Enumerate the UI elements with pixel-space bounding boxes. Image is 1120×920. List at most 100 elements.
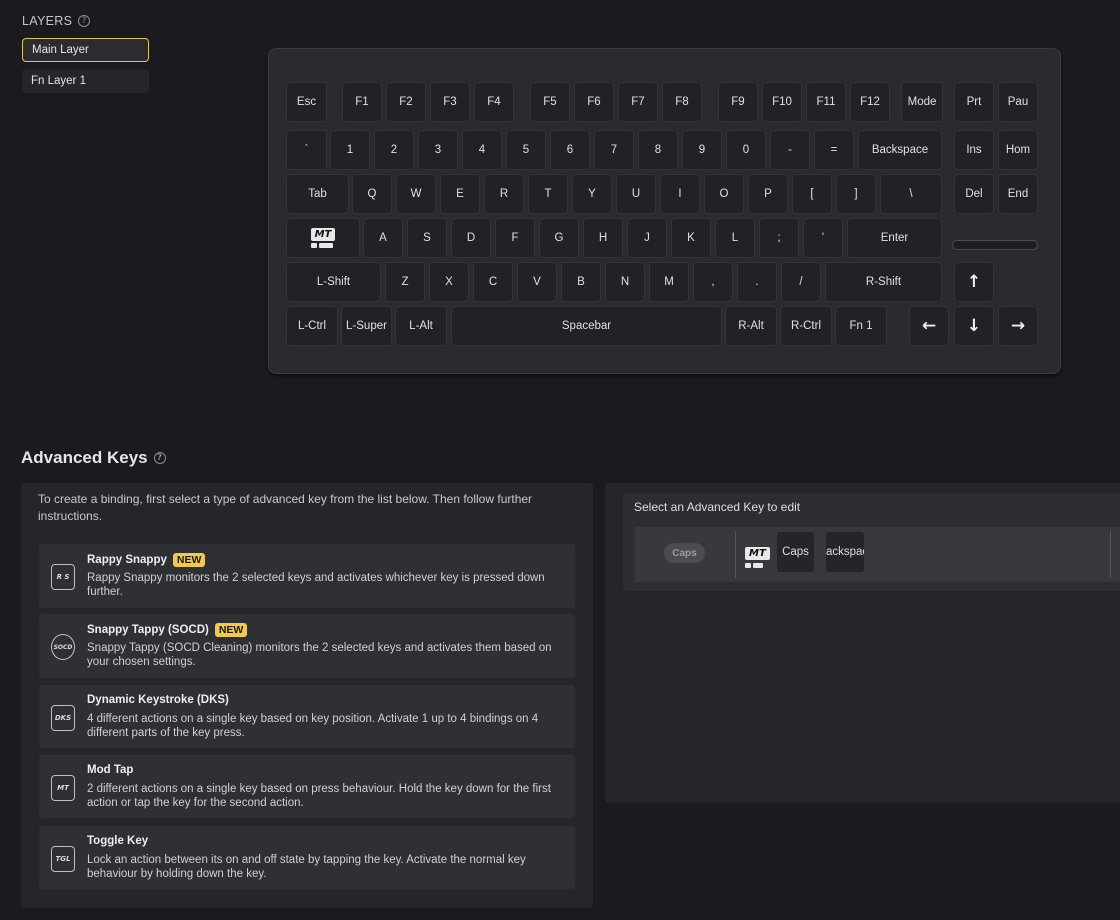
key-l-ctrl[interactable]: L-Ctrl bbox=[286, 306, 338, 346]
key-fn-1[interactable]: Fn 1 bbox=[835, 306, 887, 346]
key-f6[interactable]: F6 bbox=[574, 82, 614, 122]
key-f10[interactable]: F10 bbox=[762, 82, 802, 122]
key-symbol[interactable]: \ bbox=[880, 174, 942, 214]
key-f7[interactable]: F7 bbox=[618, 82, 658, 122]
key-symbol[interactable]: - bbox=[770, 130, 810, 170]
key-symbol[interactable]: = bbox=[814, 130, 854, 170]
key-symbol[interactable]: / bbox=[781, 262, 821, 302]
key-tab[interactable]: Tab bbox=[286, 174, 349, 214]
key-hom[interactable]: Hom bbox=[998, 130, 1038, 170]
key-7[interactable]: 7 bbox=[594, 130, 634, 170]
binding-key-hold[interactable]: Caps bbox=[777, 532, 814, 572]
card-title: Toggle Key bbox=[87, 835, 149, 847]
binding-row[interactable] bbox=[635, 527, 1120, 582]
key-l-alt[interactable]: L-Alt bbox=[395, 306, 447, 346]
key-c[interactable]: C bbox=[473, 262, 513, 302]
key-h[interactable]: H bbox=[583, 218, 623, 258]
key-l-super[interactable]: L-Super bbox=[341, 306, 392, 346]
key-v[interactable]: V bbox=[517, 262, 557, 302]
key-e[interactable]: E bbox=[440, 174, 480, 214]
selected-key-pill[interactable]: Caps bbox=[664, 543, 705, 563]
key-o[interactable]: O bbox=[704, 174, 744, 214]
key-f8[interactable]: F8 bbox=[662, 82, 702, 122]
key-k[interactable]: K bbox=[671, 218, 711, 258]
help-icon[interactable]: ? bbox=[153, 452, 166, 464]
key-f4[interactable]: F4 bbox=[474, 82, 514, 122]
key-f9[interactable]: F9 bbox=[718, 82, 758, 122]
key-z[interactable]: Z bbox=[385, 262, 425, 302]
card-description: Snappy Tappy (SOCD Cleaning) monitors th… bbox=[87, 642, 552, 668]
key-ins[interactable]: Ins bbox=[954, 130, 994, 170]
card-dynamic-keystroke[interactable]: DKS Dynamic Keystroke (DKS) 4 different … bbox=[39, 685, 575, 748]
key-9[interactable]: 9 bbox=[682, 130, 722, 170]
key-esc[interactable]: Esc bbox=[286, 82, 327, 122]
key-l[interactable]: L bbox=[715, 218, 755, 258]
key-q[interactable]: Q bbox=[352, 174, 392, 214]
key-symbol[interactable]: ' bbox=[803, 218, 843, 258]
card-rappy-snappy[interactable]: R S Rappy Snappy NEW Rappy Snappy monitor… bbox=[39, 544, 575, 608]
key-f11[interactable]: F11 bbox=[806, 82, 846, 122]
key-g[interactable]: G bbox=[539, 218, 579, 258]
key-symbol[interactable]: ← bbox=[909, 306, 949, 346]
key-symbol[interactable]: [ bbox=[792, 174, 832, 214]
key-f[interactable]: F bbox=[495, 218, 535, 258]
key-i[interactable]: I bbox=[660, 174, 700, 214]
key-u[interactable]: U bbox=[616, 174, 656, 214]
key-l-shift[interactable]: L-Shift bbox=[286, 262, 381, 302]
key-f2[interactable]: F2 bbox=[386, 82, 426, 122]
key-d[interactable]: D bbox=[451, 218, 491, 258]
key-f3[interactable]: F3 bbox=[430, 82, 470, 122]
key-symbol[interactable]: ↓ bbox=[954, 306, 994, 346]
key-enter[interactable]: Enter bbox=[847, 218, 942, 258]
key-mod-tap[interactable]: MT bbox=[286, 218, 360, 258]
help-icon[interactable]: ? bbox=[78, 15, 91, 27]
key-symbol[interactable]: ` bbox=[286, 130, 327, 170]
key-b[interactable]: B bbox=[561, 262, 601, 302]
key-y[interactable]: Y bbox=[572, 174, 612, 214]
key-symbol[interactable]: ] bbox=[836, 174, 876, 214]
key-4[interactable]: 4 bbox=[462, 130, 502, 170]
key-end[interactable]: End bbox=[998, 174, 1038, 214]
layer-fn1[interactable]: Fn Layer 1 bbox=[22, 69, 149, 93]
key-w[interactable]: W bbox=[396, 174, 436, 214]
key-symbol[interactable]: ; bbox=[759, 218, 799, 258]
key-5[interactable]: 5 bbox=[506, 130, 546, 170]
key-r-shift[interactable]: R-Shift bbox=[825, 262, 942, 302]
key-3[interactable]: 3 bbox=[418, 130, 458, 170]
key-del[interactable]: Del bbox=[954, 174, 994, 214]
key-t[interactable]: T bbox=[528, 174, 568, 214]
key-j[interactable]: J bbox=[627, 218, 667, 258]
key-spacebar[interactable]: Spacebar bbox=[451, 306, 722, 346]
rotary-knob[interactable] bbox=[952, 240, 1038, 250]
key-symbol[interactable]: , bbox=[693, 262, 733, 302]
key-2[interactable]: 2 bbox=[374, 130, 414, 170]
key-r-alt[interactable]: R-Alt bbox=[725, 306, 777, 346]
key-p[interactable]: P bbox=[748, 174, 788, 214]
layer-main[interactable]: Main Layer bbox=[22, 38, 149, 62]
key-r-ctrl[interactable]: R-Ctrl bbox=[780, 306, 832, 346]
key-0[interactable]: 0 bbox=[726, 130, 766, 170]
key-symbol[interactable]: ↑ bbox=[954, 262, 994, 302]
key-a[interactable]: A bbox=[363, 218, 403, 258]
card-toggle-key[interactable]: TGL Toggle Key Lock an action between it… bbox=[39, 826, 575, 889]
key-1[interactable]: 1 bbox=[330, 130, 370, 170]
key-symbol[interactable]: → bbox=[998, 306, 1038, 346]
key-mode[interactable]: Mode bbox=[901, 82, 943, 122]
key-s[interactable]: S bbox=[407, 218, 447, 258]
key-backspace[interactable]: Backspace bbox=[858, 130, 942, 170]
key-n[interactable]: N bbox=[605, 262, 645, 302]
key-symbol[interactable]: . bbox=[737, 262, 777, 302]
key-f12[interactable]: F12 bbox=[850, 82, 890, 122]
binding-key-tap[interactable]: ackspac bbox=[826, 532, 864, 572]
key-8[interactable]: 8 bbox=[638, 130, 678, 170]
key-f5[interactable]: F5 bbox=[530, 82, 570, 122]
key-m[interactable]: M bbox=[649, 262, 689, 302]
key-r[interactable]: R bbox=[484, 174, 524, 214]
key-f1[interactable]: F1 bbox=[342, 82, 382, 122]
key-x[interactable]: X bbox=[429, 262, 469, 302]
card-snappy-tappy[interactable]: SOCD Snappy Tappy (SOCD) NEW Snappy Tappy… bbox=[39, 614, 575, 678]
key-prt[interactable]: Prt bbox=[954, 82, 994, 122]
card-mod-tap[interactable]: MT Mod Tap 2 different actions on a sing… bbox=[39, 755, 575, 818]
key-pau[interactable]: Pau bbox=[998, 82, 1038, 122]
key-6[interactable]: 6 bbox=[550, 130, 590, 170]
